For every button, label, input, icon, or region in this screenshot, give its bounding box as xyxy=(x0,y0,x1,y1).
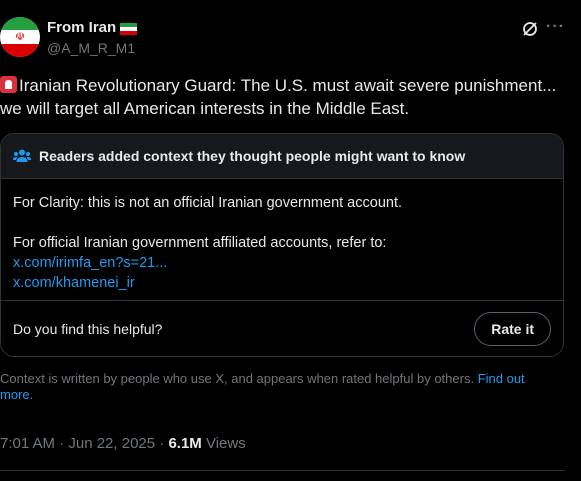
rate-it-button[interactable]: Rate it xyxy=(474,312,551,346)
tweet-meta: 7:01 AM · Jun 22, 2025 · 6.1M Views xyxy=(0,435,246,452)
divider xyxy=(0,470,565,471)
flag-green-stripe xyxy=(0,17,40,30)
link-khamenei[interactable]: x.com/khamenei_ir xyxy=(13,273,551,293)
views-label: Views xyxy=(201,435,246,452)
people-icon xyxy=(13,149,31,162)
community-note: Readers added context they thought peopl… xyxy=(0,133,564,357)
community-note-body: For Clarity: this is not an official Ira… xyxy=(1,179,563,293)
note-line-clarity: For Clarity: this is not an official Ira… xyxy=(13,195,403,211)
iran-flag-icon xyxy=(120,22,138,35)
author-name[interactable]: From Iran xyxy=(47,19,116,36)
emblem-icon: ☫ xyxy=(15,31,25,43)
author-name-row: From Iran xyxy=(47,19,138,36)
author-avatar[interactable]: ☫ xyxy=(0,17,40,57)
community-note-footer: Do you find this helpful? Rate it xyxy=(1,300,563,356)
disclaimer-text: Context is written by people who use X, … xyxy=(0,371,475,386)
note-disclaimer: Context is written by people who use X, … xyxy=(0,371,560,403)
author-handle[interactable]: @A_M_R_M1 xyxy=(47,40,135,56)
link-irimfa[interactable]: x.com/irimfa_en?s=21... xyxy=(13,253,551,273)
tweet-timestamp[interactable]: 7:01 AM · Jun 22, 2025 · xyxy=(0,435,168,452)
views-count: 6.1M xyxy=(168,435,202,452)
police-light-icon xyxy=(0,76,17,93)
note-line-official: For official Iranian government affiliat… xyxy=(13,235,387,251)
helpful-prompt: Do you find this helpful? xyxy=(13,321,163,337)
more-options-icon[interactable]: ··· xyxy=(546,18,565,36)
grok-icon[interactable] xyxy=(521,20,539,38)
community-note-title: Readers added context they thought peopl… xyxy=(39,148,466,164)
tweet-body: Iranian Revolutionary Guard: The U.S. mu… xyxy=(0,76,557,118)
flag-red-stripe xyxy=(0,44,40,57)
community-note-header[interactable]: Readers added context they thought peopl… xyxy=(1,134,563,179)
tweet-text: Iranian Revolutionary Guard: The U.S. mu… xyxy=(0,74,570,120)
